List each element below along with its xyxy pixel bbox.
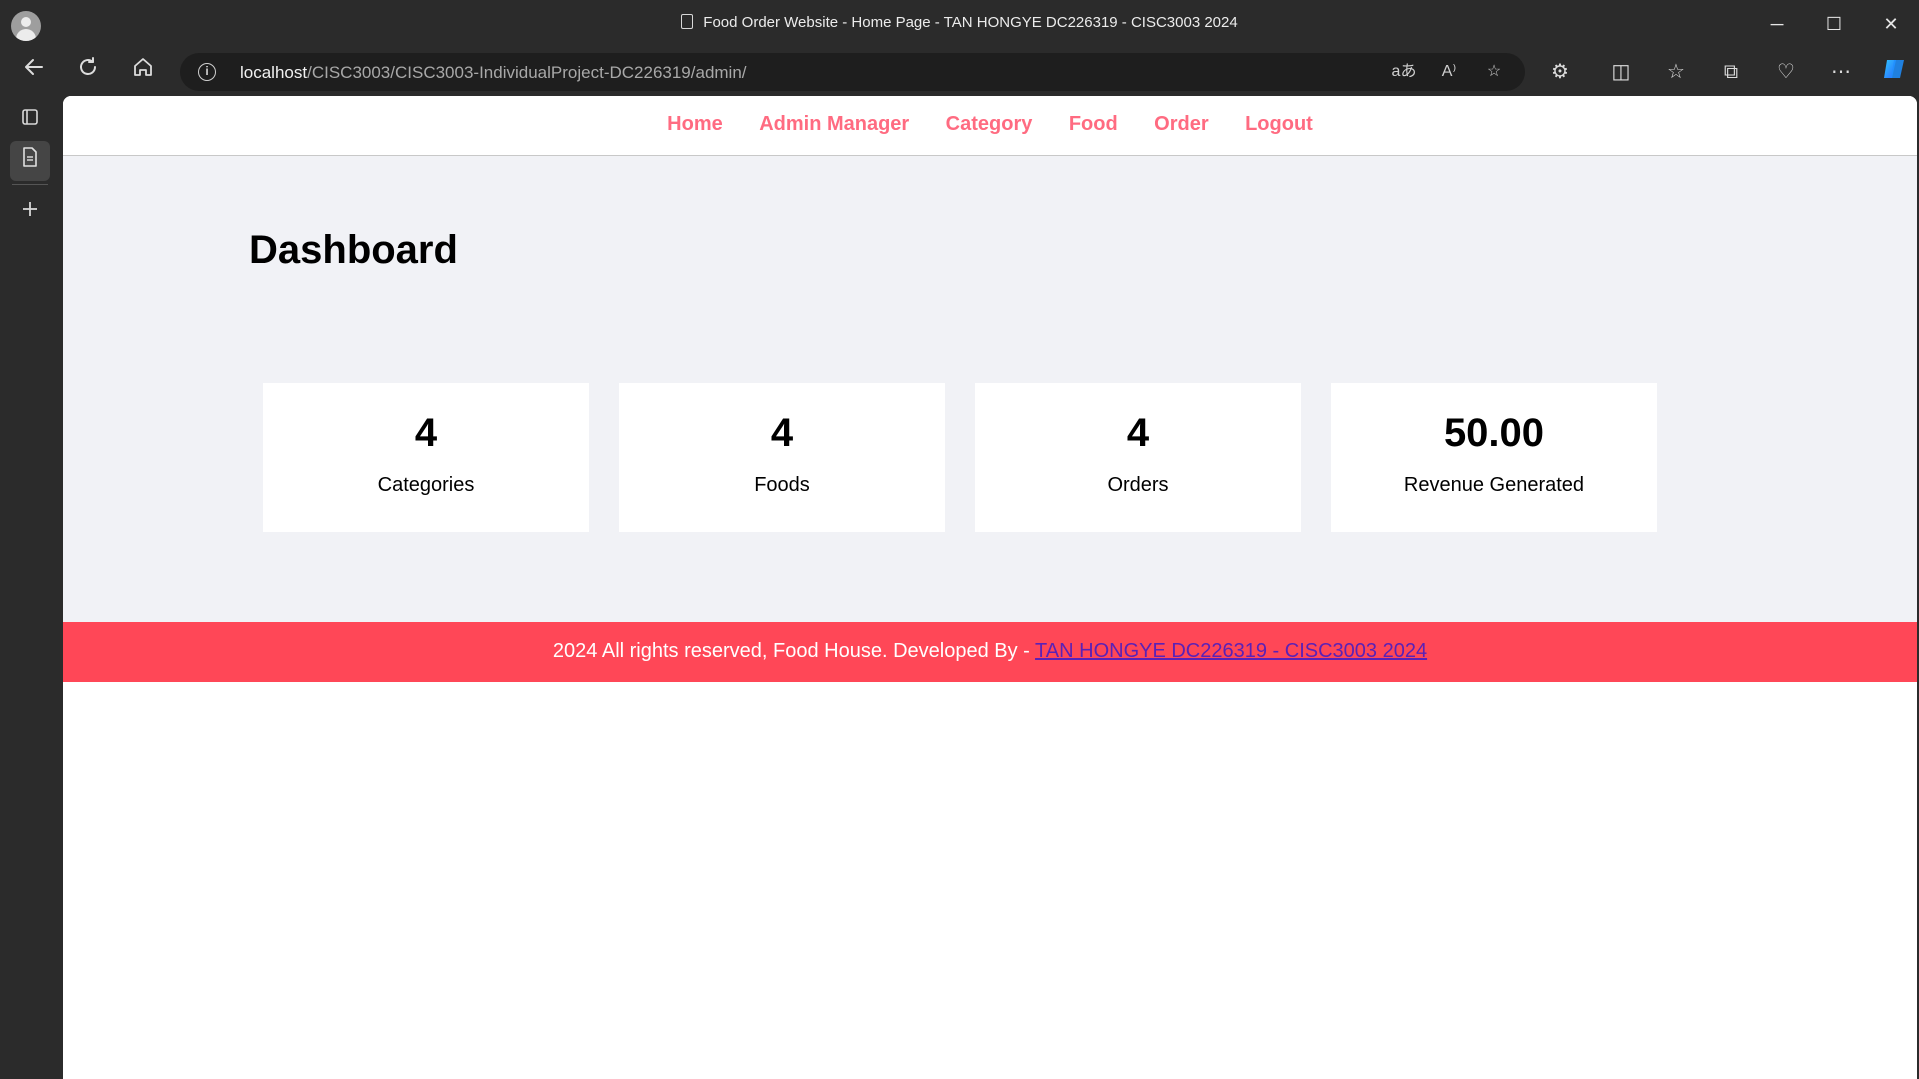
split-screen-icon[interactable]: ◫ <box>1603 56 1639 88</box>
minimize-button[interactable]: ─ <box>1754 8 1800 40</box>
stat-card-revenue: 50.00 Revenue Generated <box>1331 383 1657 532</box>
stat-label: Foods <box>754 474 810 496</box>
nav-admin-manager-link[interactable]: Admin Manager <box>759 113 909 136</box>
stat-value: 4 <box>770 411 794 455</box>
stat-card-foods: 4 Foods <box>619 383 945 532</box>
translate-icon[interactable]: aあ <box>1390 60 1418 84</box>
page-title: Dashboard <box>249 228 458 272</box>
home-icon[interactable] <box>125 56 161 88</box>
close-button[interactable]: ✕ <box>1868 8 1914 40</box>
maximize-button[interactable]: ☐ <box>1811 8 1857 40</box>
stat-value: 4 <box>414 411 438 455</box>
nav-category-link[interactable]: Category <box>946 113 1033 136</box>
more-menu-icon[interactable]: ⋯ <box>1823 56 1859 88</box>
window-title-text: Food Order Website - Home Page - TAN HON… <box>703 14 1238 31</box>
stat-card-categories: 4 Categories <box>263 383 589 532</box>
stat-label: Revenue Generated <box>1403 474 1585 496</box>
info-icon[interactable]: i <box>198 63 216 81</box>
page-footer: 2024 All rights reserved, Food House. De… <box>63 622 1917 682</box>
stat-label: Orders <box>1107 474 1169 496</box>
tab-actions-icon[interactable] <box>10 100 50 140</box>
top-navigation: Home Admin Manager Category Food Order L… <box>63 96 1917 156</box>
new-tab-plus-icon[interactable] <box>10 192 50 232</box>
browser-toolbar: i localhost/CISC3003/CISC3003-Individual… <box>0 48 1919 96</box>
stat-value: 50.00 <box>1443 411 1545 455</box>
nav-home-link[interactable]: Home <box>667 113 723 136</box>
back-arrow-icon[interactable] <box>16 56 52 88</box>
window-title: Food Order Website - Home Page - TAN HON… <box>0 14 1919 31</box>
footer-text: 2024 All rights reserved, Food House. De… <box>552 640 1036 662</box>
window-titlebar: Food Order Website - Home Page - TAN HON… <box>0 0 1919 48</box>
read-aloud-icon[interactable]: A⁾ <box>1435 60 1463 84</box>
favorites-list-icon[interactable]: ☆ <box>1658 56 1694 88</box>
browser-essentials-icon[interactable]: ♡ <box>1768 56 1804 88</box>
page-viewport: Home Admin Manager Category Food Order L… <box>63 96 1917 1079</box>
refresh-icon[interactable] <box>70 56 106 88</box>
active-tab-page-icon[interactable] <box>10 141 50 181</box>
nav-order-link[interactable]: Order <box>1154 113 1208 136</box>
url-host: localhost <box>240 63 308 82</box>
url-path: /CISC3003/CISC3003-IndividualProject-DC2… <box>307 63 747 82</box>
extensions-icon[interactable]: ⚙ <box>1542 56 1578 88</box>
dashboard-section: Dashboard 4 Categories 4 Foods 4 Orders … <box>63 156 1917 622</box>
nav-food-link[interactable]: Food <box>1069 113 1118 136</box>
stat-value: 4 <box>1126 411 1150 455</box>
address-bar[interactable]: i localhost/CISC3003/CISC3003-Individual… <box>180 53 1525 91</box>
sidebar-divider <box>12 184 48 185</box>
page-document-icon <box>681 14 694 29</box>
collections-icon[interactable]: ⧉ <box>1713 56 1749 88</box>
footer-developer-link[interactable]: TAN HONGYE DC226319 - CISC3003 2024 <box>1035 640 1427 662</box>
vertical-tab-sidebar <box>0 96 63 1079</box>
copilot-icon[interactable] <box>1876 56 1912 88</box>
stat-label: Categories <box>377 474 475 496</box>
url-text[interactable]: localhost/CISC3003/CISC3003-IndividualPr… <box>240 63 747 83</box>
favorite-star-icon[interactable]: ☆ <box>1480 60 1508 84</box>
nav-logout-link[interactable]: Logout <box>1245 113 1313 136</box>
stat-card-orders: 4 Orders <box>975 383 1301 532</box>
